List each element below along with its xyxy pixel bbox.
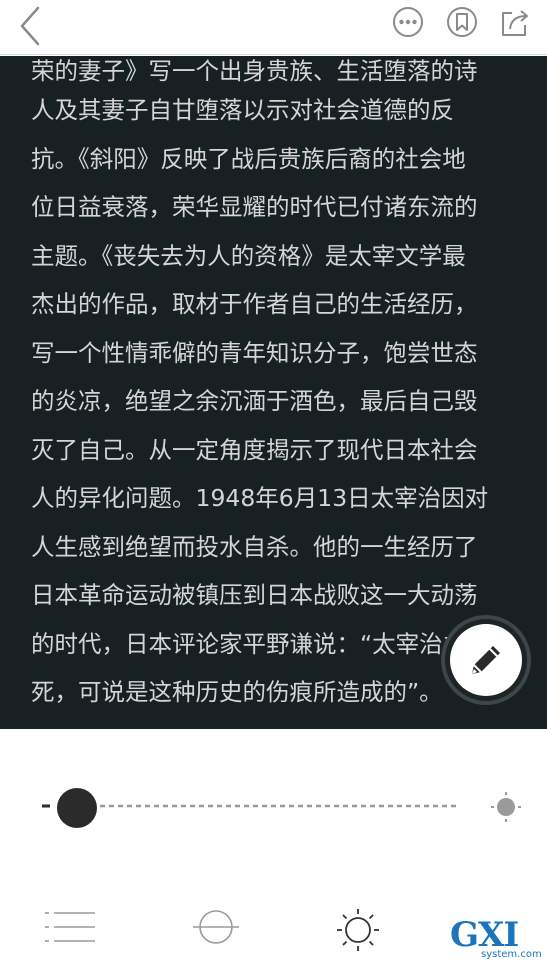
text-line: 抗。《斜阳》反映了战后贵族后裔的社会地 [31, 144, 466, 173]
text-line: 日本革命运动被镇压到日本战败这一大动荡 [31, 581, 478, 609]
list-icon [45, 912, 95, 942]
top-bar [0, 0, 547, 55]
brightness-slider[interactable] [42, 804, 456, 808]
back-button[interactable] [14, 4, 50, 48]
sun-icon [337, 909, 379, 951]
table-of-contents-button[interactable] [45, 907, 97, 951]
text-line: 人生感到绝望而投水自杀。他的一生经历了 [31, 532, 478, 561]
brightness-slider-thumb[interactable] [57, 788, 97, 828]
text-line: 杰出的作品，取材于作者自己的生活经历， [31, 290, 478, 318]
bookmark-button[interactable] [445, 5, 479, 39]
text-line: 荣的妻子》写一个出身贵族、生活堕落的诗 [31, 57, 478, 85]
more-button[interactable] [391, 5, 425, 39]
book-text: 荣的妻子》写一个出身贵族、生活堕落的诗 人及其妻子自甘堕落以示对社会道德的反 抗… [31, 56, 531, 717]
watermark-sub-text: system.com [481, 949, 542, 960]
more-dots-icon [393, 7, 423, 37]
edit-note-button-face [450, 624, 522, 696]
share-icon [502, 10, 528, 36]
text-line: 的炎凉，绝望之余沉湎于酒色，最后自己毁 [31, 387, 478, 415]
brightness-max-icon [491, 792, 521, 822]
text-line: 人及其妻子自甘堕落以示对社会道德的反 [31, 96, 454, 124]
brightness-button[interactable] [335, 907, 381, 957]
edit-note-button[interactable] [441, 615, 531, 705]
pencil-icon [472, 646, 500, 674]
settings-panel: GXI网 system.com [0, 729, 547, 966]
text-line: 人的异化问题。1948年6月13日太宰治因对 [31, 484, 489, 512]
chevron-left-icon [20, 6, 40, 46]
bookmark-icon [447, 7, 477, 37]
site-watermark-logo: GXI网 system.com [448, 915, 547, 966]
text-line: 位日益衰落，荣华显耀的时代已付诸东流的 [31, 193, 478, 221]
slider-track-dots [42, 804, 456, 808]
text-line: 主题。《丧失去为人的资格》是太宰文学最 [31, 241, 466, 270]
circle-line-icon [193, 910, 239, 944]
share-button[interactable] [498, 5, 532, 39]
text-line: 灭了自己。从一定角度揭示了现代日本社会 [31, 435, 478, 464]
text-line: 写一个性情乖僻的青年知识分子，饱尝世态 [31, 338, 478, 367]
reading-progress-button[interactable] [191, 907, 241, 951]
